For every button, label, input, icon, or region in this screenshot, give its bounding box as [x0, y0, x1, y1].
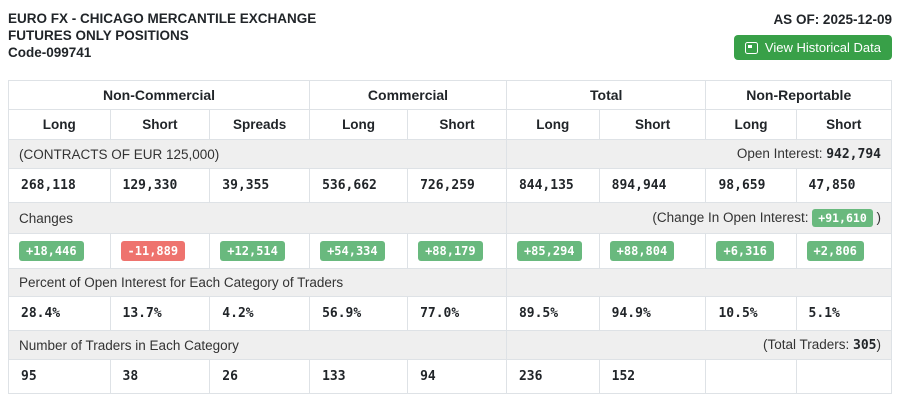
group-header-row: Non-Commercial Commercial Total Non-Repo…: [9, 81, 892, 110]
change-nr-long-badge: +6,316: [716, 241, 773, 261]
cot-futures-table: Non-Commercial Commercial Total Non-Repo…: [8, 80, 892, 394]
change-cell: +18,446: [9, 234, 111, 269]
col-header-total-short: Short: [599, 110, 706, 140]
percent-nc-spreads: 4.2%: [210, 297, 310, 331]
open-interest-label: Open Interest:: [737, 146, 826, 161]
change-nc-spreads-badge: +12,514: [220, 241, 285, 261]
change-cell: +88,179: [408, 234, 507, 269]
col-header-comm-long: Long: [310, 110, 408, 140]
col-header-nc-long: Long: [9, 110, 111, 140]
change-total-long-badge: +85,294: [517, 241, 582, 261]
group-header-commercial: Commercial: [310, 81, 507, 110]
change-nc-long-badge: +18,446: [19, 241, 84, 261]
total-traders-prefix: (Total Traders:: [763, 337, 853, 352]
traders-comm-long: 133: [310, 360, 408, 394]
change-nr-short-badge: +2,806: [807, 241, 864, 261]
report-title-line2: FUTURES ONLY POSITIONS: [8, 27, 316, 44]
changes-label: Changes: [9, 203, 507, 234]
positions-row: 268,118 129,330 39,355 536,662 726,259 8…: [9, 169, 892, 203]
percent-nc-short: 13.7%: [110, 297, 210, 331]
open-interest-cell: Open Interest: 942,794: [506, 140, 891, 169]
change-oi-suffix: ): [873, 210, 881, 225]
col-header-total-long: Long: [506, 110, 599, 140]
changes-row: +18,446 -11,889 +12,514 +54,334 +88,179 …: [9, 234, 892, 269]
percent-total-long: 89.5%: [506, 297, 599, 331]
change-comm-long-badge: +54,334: [320, 241, 385, 261]
group-header-total: Total: [506, 81, 706, 110]
group-header-non-reportable: Non-Reportable: [706, 81, 892, 110]
change-cell: +54,334: [310, 234, 408, 269]
percent-total-short: 94.9%: [599, 297, 706, 331]
open-interest-value: 942,794: [826, 147, 881, 162]
traders-nc-short: 38: [110, 360, 210, 394]
report-title-block: EURO FX - CHICAGO MERCANTILE EXCHANGE FU…: [8, 10, 316, 61]
traders-nr-long: [706, 360, 796, 394]
report-code: Code-099741: [8, 44, 316, 61]
traders-nc-spreads: 26: [210, 360, 310, 394]
position-nc-short: 129,330: [110, 169, 210, 203]
change-nc-short-badge: -11,889: [121, 241, 186, 261]
position-nr-short: 47,850: [796, 169, 891, 203]
col-header-nc-short: Short: [110, 110, 210, 140]
position-nc-long: 268,118: [9, 169, 111, 203]
change-total-short-badge: +88,804: [610, 241, 675, 261]
traders-nr-short: [796, 360, 891, 394]
position-total-long: 844,135: [506, 169, 599, 203]
change-cell: +6,316: [706, 234, 796, 269]
change-cell: +12,514: [210, 234, 310, 269]
position-total-short: 894,944: [599, 169, 706, 203]
change-cell: +88,804: [599, 234, 706, 269]
traders-row: 95 38 26 133 94 236 152: [9, 360, 892, 394]
position-comm-long: 536,662: [310, 169, 408, 203]
traders-label-row: Number of Traders in Each Category (Tota…: [9, 331, 892, 360]
percent-comm-short: 77.0%: [408, 297, 507, 331]
total-traders-cell: (Total Traders: 305): [506, 331, 891, 360]
report-title-line1: EURO FX - CHICAGO MERCANTILE EXCHANGE: [8, 10, 316, 27]
total-traders-value: 305: [853, 338, 876, 353]
traders-total-short: 152: [599, 360, 706, 394]
group-header-non-commercial: Non-Commercial: [9, 81, 310, 110]
col-header-nc-spreads: Spreads: [210, 110, 310, 140]
percent-nc-long: 28.4%: [9, 297, 111, 331]
view-historical-data-button[interactable]: View Historical Data: [734, 35, 892, 60]
change-oi-prefix: (Change In Open Interest:: [652, 210, 812, 225]
position-comm-short: 726,259: [408, 169, 507, 203]
traders-label: Number of Traders in Each Category: [9, 331, 507, 360]
position-nc-spreads: 39,355: [210, 169, 310, 203]
total-traders-suffix: ): [877, 337, 882, 352]
change-cell: +85,294: [506, 234, 599, 269]
change-oi-value-badge: +91,610: [812, 209, 872, 227]
contracts-label: (CONTRACTS OF EUR 125,000): [9, 140, 507, 169]
change-cell: -11,889: [110, 234, 210, 269]
traders-total-long: 236: [506, 360, 599, 394]
as-of-date: AS OF: 2025-12-09: [773, 12, 892, 27]
percent-comm-long: 56.9%: [310, 297, 408, 331]
view-historical-data-label: View Historical Data: [765, 40, 881, 55]
col-header-nr-long: Long: [706, 110, 796, 140]
change-open-interest-cell: (Change In Open Interest: +91,610 ): [506, 203, 891, 234]
col-header-nr-short: Short: [796, 110, 891, 140]
percent-label: Percent of Open Interest for Each Catego…: [9, 269, 507, 297]
traders-comm-short: 94: [408, 360, 507, 394]
changes-label-row: Changes (Change In Open Interest: +91,61…: [9, 203, 892, 234]
percent-nr-long: 10.5%: [706, 297, 796, 331]
percent-label-row: Percent of Open Interest for Each Catego…: [9, 269, 892, 297]
col-header-comm-short: Short: [408, 110, 507, 140]
percent-row: 28.4% 13.7% 4.2% 56.9% 77.0% 89.5% 94.9%…: [9, 297, 892, 331]
percent-nr-short: 5.1%: [796, 297, 891, 331]
traders-nc-long: 95: [9, 360, 111, 394]
change-comm-short-badge: +88,179: [418, 241, 483, 261]
column-header-row: Long Short Spreads Long Short Long Short…: [9, 110, 892, 140]
top-bar: EURO FX - CHICAGO MERCANTILE EXCHANGE FU…: [0, 0, 900, 72]
contracts-label-row: (CONTRACTS OF EUR 125,000) Open Interest…: [9, 140, 892, 169]
top-right-block: AS OF: 2025-12-09 View Historical Data: [734, 10, 892, 60]
calendar-icon: [745, 42, 758, 54]
change-cell: +2,806: [796, 234, 891, 269]
percent-label-spacer: [506, 269, 891, 297]
position-nr-long: 98,659: [706, 169, 796, 203]
